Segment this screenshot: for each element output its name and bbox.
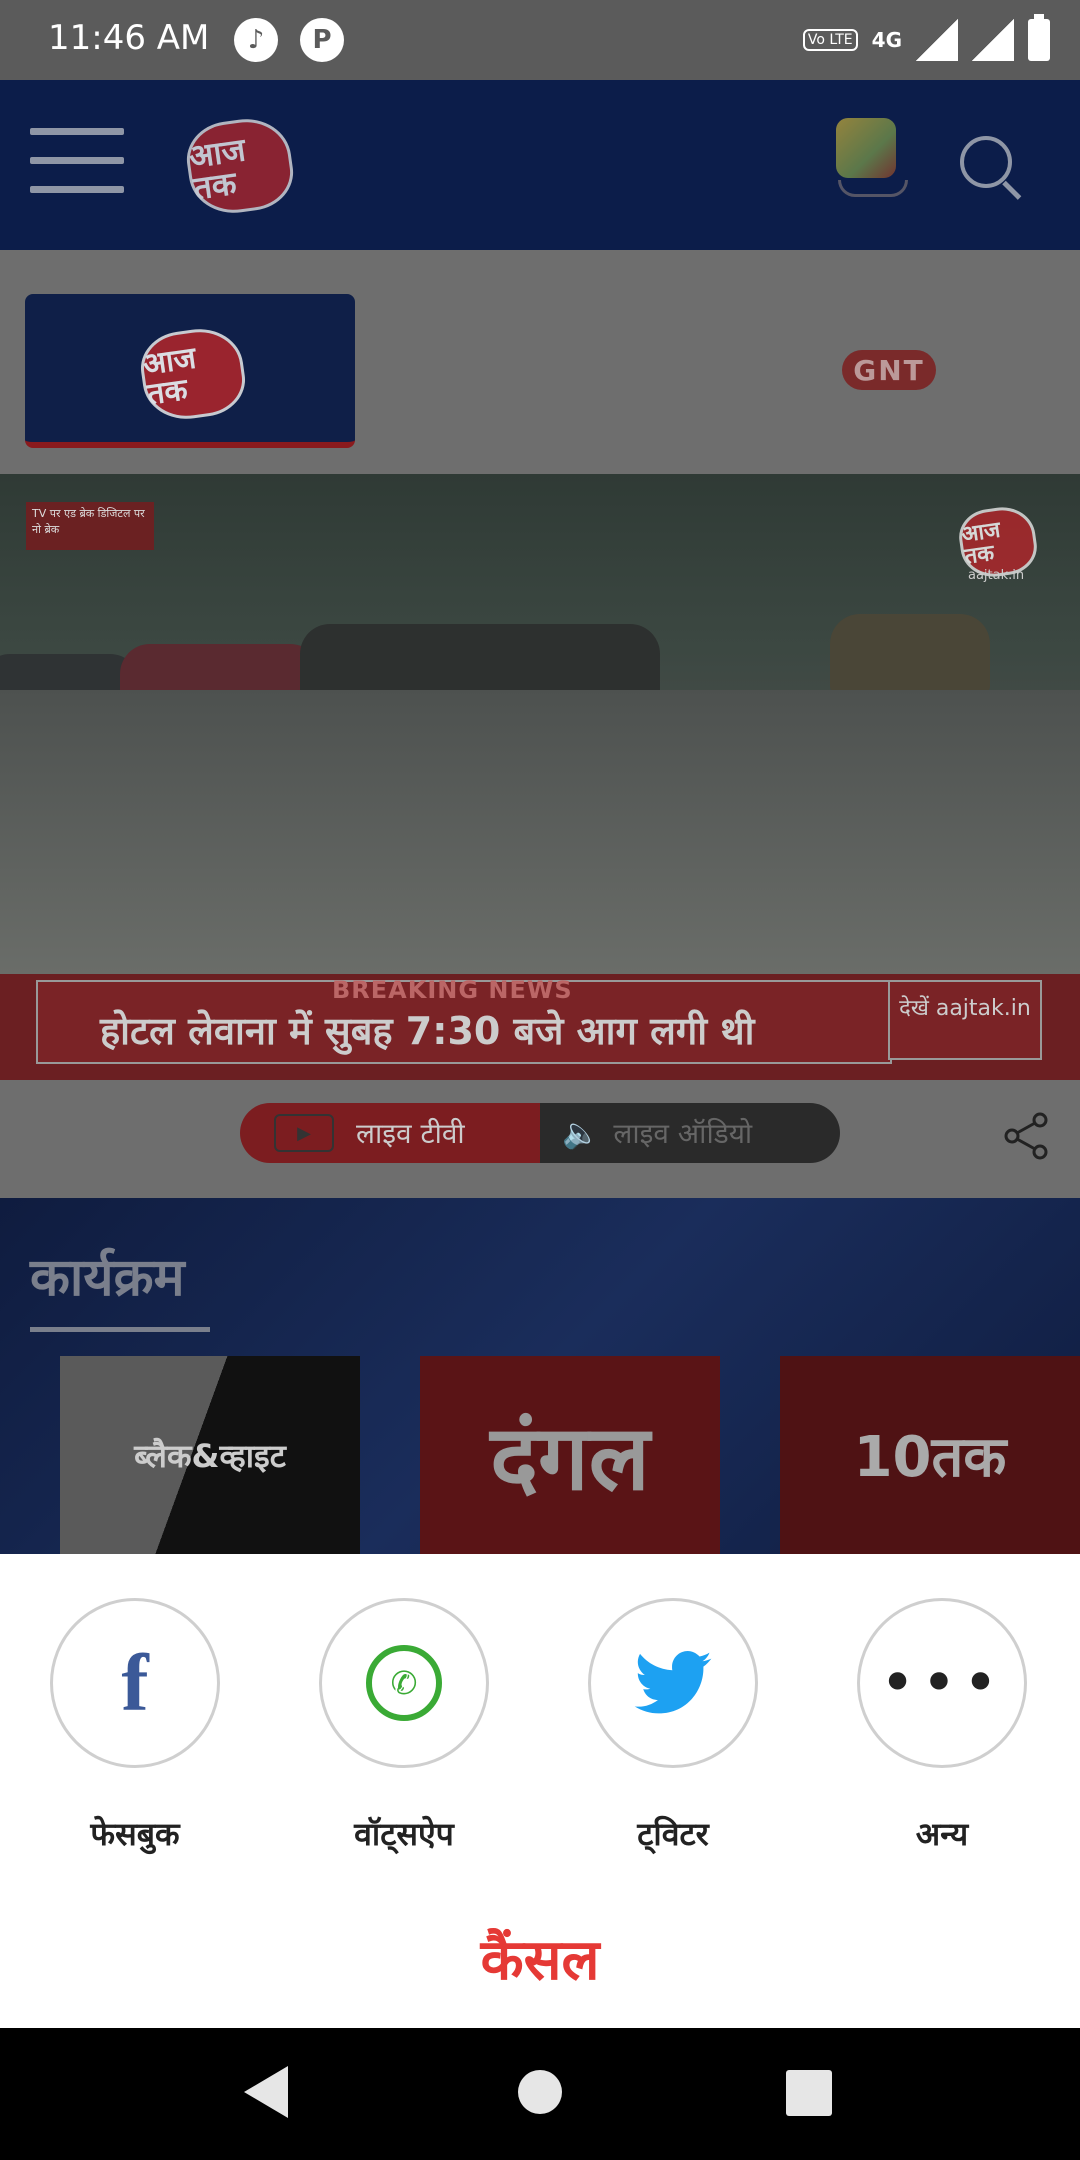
back-icon[interactable]: [244, 2066, 288, 2118]
share-twitter-button[interactable]: [588, 1598, 758, 1768]
more-icon: •••: [879, 1648, 1005, 1718]
video-badge: TV पर एड ब्रेक डिजिटल पर नो ब्रेक: [26, 502, 154, 550]
program-label: दंगल: [490, 1406, 650, 1511]
tab-gnt[interactable]: GNT: [842, 350, 936, 390]
status-icons: Vo LTE 4G: [802, 14, 1050, 66]
whatsapp-icon: ✆: [366, 1645, 442, 1721]
speaker-icon: 🔈: [562, 1115, 600, 1151]
signal-x-icon: [972, 19, 1014, 61]
video-watermark-caption: aajtak.in: [968, 568, 1025, 583]
share-whatsapp-label: वॉट्सऐप: [354, 1815, 454, 1853]
cancel-button[interactable]: कैंसल: [0, 1920, 1080, 1996]
music-note-icon: ♪: [234, 18, 278, 62]
dice-base-icon: [838, 180, 908, 197]
share-facebook-label: फेसबुक: [90, 1815, 180, 1853]
program-label: 10तक: [853, 1425, 1007, 1490]
program-card[interactable]: 10तक: [780, 1356, 1080, 1554]
program-card[interactable]: दंगल: [420, 1356, 720, 1554]
play-icon: ▶: [274, 1114, 334, 1152]
live-audio-button[interactable]: 🔈 लाइव ऑडियो: [540, 1103, 840, 1163]
program-card[interactable]: ब्लैक&व्हाइट: [60, 1356, 360, 1554]
recent-apps-icon[interactable]: [786, 2070, 832, 2116]
program-label: ब्लैक&व्हाइट: [134, 1436, 286, 1475]
status-bar: 11:46 AM ♪ P Vo LTE 4G: [0, 0, 1080, 80]
share-more-label: अन्य: [915, 1815, 969, 1853]
breaking-news-side: देखें aajtak.in: [888, 980, 1042, 1060]
live-tv-button[interactable]: ▶ लाइव टीवी: [240, 1103, 540, 1163]
live-toggle: ▶ लाइव टीवी 🔈 लाइव ऑडियो: [240, 1103, 840, 1163]
battery-charging-icon: [1028, 14, 1050, 61]
breaking-news-label: BREAKING NEWS: [332, 976, 573, 1004]
share-whatsapp-button[interactable]: ✆: [319, 1598, 489, 1768]
share-facebook-button[interactable]: f: [50, 1598, 220, 1768]
home-icon[interactable]: [518, 2070, 562, 2114]
share-twitter-label: ट्विटर: [637, 1815, 709, 1853]
app-header: [0, 80, 1080, 250]
network-type: 4G: [871, 28, 902, 52]
share-icon[interactable]: [1000, 1110, 1052, 1162]
search-icon[interactable]: [960, 136, 1012, 188]
live-tv-label: लाइव टीवी: [356, 1117, 465, 1150]
menu-icon[interactable]: [30, 128, 124, 198]
share-more-button[interactable]: •••: [857, 1598, 1027, 1768]
live-audio-label: लाइव ऑडियो: [613, 1117, 753, 1150]
status-time: 11:46 AM: [48, 18, 210, 58]
signal-icon: [916, 19, 958, 61]
programs-title: कार्यक्रम: [30, 1248, 185, 1308]
breaking-news-headline: होटल लेवाना में सुबह 7:30 बजे आग लगी थी: [100, 1009, 755, 1053]
dice-icon[interactable]: [836, 118, 896, 178]
twitter-icon: [634, 1651, 712, 1714]
facebook-icon: f: [121, 1637, 149, 1728]
video-scene: [0, 690, 1080, 974]
volte-icon: Vo LTE: [802, 29, 858, 51]
parking-icon: P: [300, 18, 344, 62]
programs-underline: [30, 1327, 210, 1332]
